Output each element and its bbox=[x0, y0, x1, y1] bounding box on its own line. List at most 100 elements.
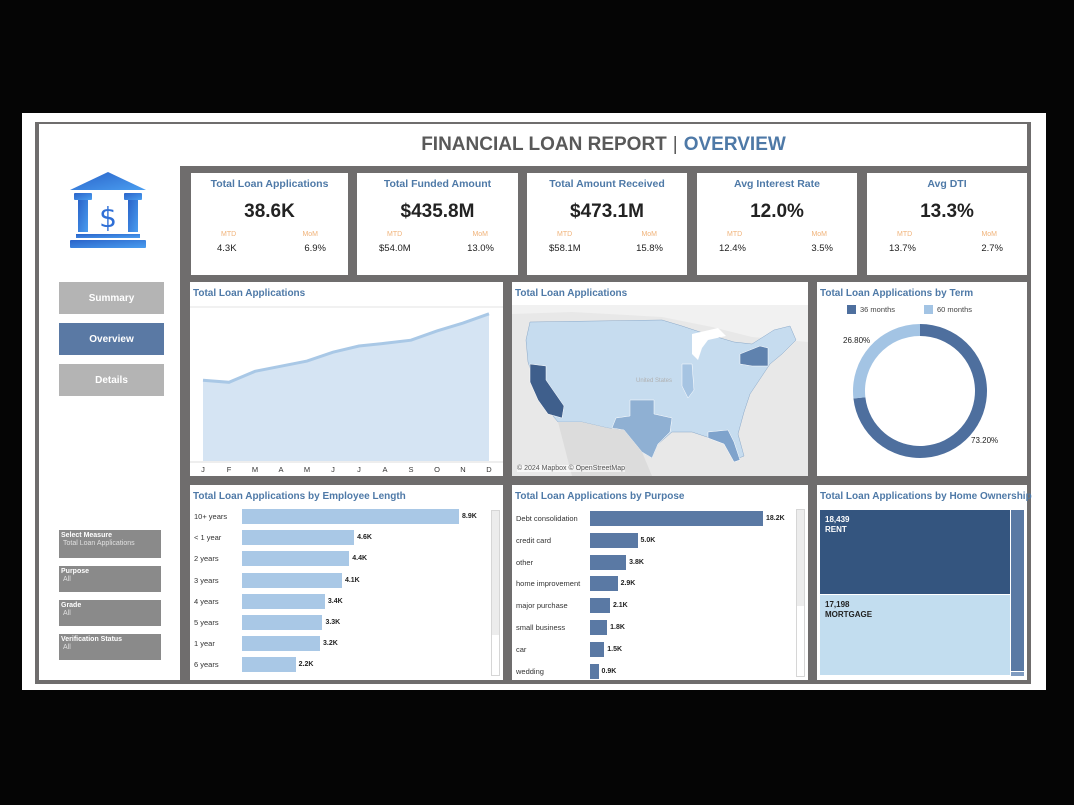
donut-label-60-months: 26.80% bbox=[843, 336, 871, 345]
us-choropleth-map[interactable]: United States bbox=[512, 282, 808, 476]
bar-row[interactable]: 10+ years 8.9K bbox=[190, 508, 490, 525]
data-point[interactable] bbox=[277, 362, 285, 370]
data-point[interactable] bbox=[355, 342, 363, 350]
bar-value-label: 3.8K bbox=[629, 558, 644, 566]
bar-row[interactable]: wedding 0.9K bbox=[512, 663, 796, 680]
nav-details-button[interactable]: Details bbox=[59, 364, 164, 396]
purpose-scrollbar[interactable] bbox=[796, 509, 805, 677]
filter-purpose[interactable]: Purpose All bbox=[59, 566, 161, 592]
treemap-cell-mortgage[interactable]: 17,198 MORTGAGE bbox=[820, 595, 1010, 675]
data-point[interactable] bbox=[485, 310, 493, 318]
bar[interactable] bbox=[242, 572, 342, 588]
title-main: FINANCIAL LOAN REPORT bbox=[421, 134, 667, 155]
bar[interactable] bbox=[242, 530, 355, 546]
bar[interactable] bbox=[590, 620, 608, 635]
nav-summary-button[interactable]: Summary bbox=[59, 282, 164, 314]
bar-row[interactable]: 5 years 3.3K bbox=[190, 614, 490, 631]
bar-category-label: credit card bbox=[516, 535, 552, 545]
data-point[interactable] bbox=[459, 319, 467, 327]
treemap-value: 17,198 bbox=[825, 600, 850, 609]
bar-category-label: 2 years bbox=[194, 554, 219, 564]
data-point[interactable] bbox=[407, 336, 415, 344]
bar-row[interactable]: < 1 year 4.6K bbox=[190, 529, 490, 546]
bar-category-label: < 1 year bbox=[194, 533, 222, 543]
data-point[interactable] bbox=[381, 339, 389, 347]
bar-row[interactable]: 3 years 4.1K bbox=[190, 572, 490, 589]
bar-value-label: 1.8K bbox=[610, 624, 625, 631]
bank-dollar-icon: $ bbox=[70, 172, 146, 248]
kpi-card-total-loan-applications: Total Loan Applications 38.6K MTD MoM 4.3… bbox=[191, 173, 348, 275]
bar[interactable] bbox=[590, 511, 763, 526]
map-panel: Total Loan Applications United States © … bbox=[512, 282, 808, 476]
bar-row[interactable]: 6 years 2.2K bbox=[190, 656, 490, 673]
bar[interactable] bbox=[242, 551, 350, 567]
filter-value: Total Loan Applications bbox=[63, 540, 135, 547]
treemap-cell-rent[interactable]: 18,439 RENT bbox=[820, 510, 1010, 594]
bar-row[interactable]: major purchase 2.1K bbox=[512, 597, 796, 614]
bar[interactable] bbox=[590, 554, 627, 570]
bar[interactable] bbox=[590, 663, 599, 679]
data-point[interactable] bbox=[329, 348, 337, 356]
bar[interactable] bbox=[242, 615, 323, 630]
bar-row[interactable]: 4 years 3.4K bbox=[190, 593, 490, 610]
x-tick-label: F bbox=[227, 465, 232, 474]
kpi-mom-value: 3.5% bbox=[811, 243, 833, 254]
filter-grade[interactable]: Grade All bbox=[59, 600, 161, 626]
kpi-mtd-label: MTD bbox=[727, 231, 743, 238]
bar-value-label: 3.2K bbox=[323, 640, 338, 648]
data-point[interactable] bbox=[303, 357, 311, 365]
x-tick-label: M bbox=[304, 465, 310, 474]
data-point[interactable] bbox=[251, 367, 259, 375]
filter-verification-status[interactable]: Verification Status All bbox=[59, 634, 161, 660]
bar-row[interactable]: other 3.8K bbox=[512, 554, 796, 571]
bar[interactable] bbox=[590, 641, 605, 657]
bar[interactable] bbox=[242, 636, 321, 652]
kpi-card-total-funded-amount: Total Funded Amount $435.8M MTD MoM $54.0… bbox=[357, 173, 518, 275]
bar-row[interactable]: small business 1.8K bbox=[512, 619, 796, 636]
kpi-mtd-value: 13.7% bbox=[889, 243, 916, 254]
nav-overview-button[interactable]: Overview bbox=[59, 323, 164, 355]
country-label: United States bbox=[636, 378, 672, 384]
bar[interactable] bbox=[590, 532, 638, 548]
data-point[interactable] bbox=[225, 378, 233, 386]
kpi-mom-label: MoM bbox=[981, 231, 997, 238]
x-tick-label: J bbox=[357, 465, 361, 474]
data-point[interactable] bbox=[433, 327, 441, 335]
bar-row[interactable]: credit card 5.0K bbox=[512, 532, 796, 549]
purpose-panel: Total Loan Applications by Purpose Debt … bbox=[512, 485, 808, 680]
filter-select-measure[interactable]: Select Measure Total Loan Applications bbox=[59, 530, 161, 558]
bar[interactable] bbox=[590, 598, 610, 614]
kpi-title: Total Funded Amount bbox=[383, 178, 492, 190]
bar-row[interactable]: home improvement 2.9K bbox=[512, 575, 796, 592]
treemap-value: 18,439 bbox=[825, 515, 850, 524]
kpi-title: Avg Interest Rate bbox=[734, 178, 820, 190]
bar-value-label: 2.9K bbox=[620, 580, 636, 588]
filter-value: All bbox=[63, 610, 71, 617]
data-point[interactable] bbox=[199, 376, 207, 384]
bar[interactable] bbox=[242, 509, 459, 524]
home-ownership-panel: Total Loan Applications by Home Ownershi… bbox=[817, 485, 1032, 680]
area-fill bbox=[203, 313, 489, 461]
map-attribution[interactable]: © 2024 Mapbox © OpenStreetMap bbox=[517, 465, 625, 472]
kpi-card-avg-dti: Avg DTI 13.3% MTD MoM 13.7% 2.7% bbox=[867, 173, 1027, 275]
bar[interactable] bbox=[242, 657, 296, 673]
x-tick-label: S bbox=[408, 465, 413, 474]
filter-label: Select Measure bbox=[61, 532, 112, 539]
scrollbar-thumb[interactable] bbox=[492, 511, 499, 635]
treemap-cell-own[interactable] bbox=[1011, 510, 1024, 671]
bar-value-label: 2.1K bbox=[612, 602, 628, 610]
bar-row[interactable]: 2 years 4.4K bbox=[190, 550, 490, 567]
bar-row[interactable]: car 1.5K bbox=[512, 641, 796, 658]
kpi-value: $435.8M bbox=[400, 201, 475, 222]
scrollbar-thumb[interactable] bbox=[797, 510, 804, 606]
bar-row[interactable]: 1 year 3.2K bbox=[190, 635, 490, 652]
kpi-mtd-value: 12.4% bbox=[719, 243, 746, 254]
title-subtitle: OVERVIEW bbox=[683, 134, 786, 155]
bar[interactable] bbox=[590, 576, 618, 592]
bar-row[interactable]: Debt consolidation 18.2K bbox=[512, 510, 796, 527]
treemap-cell-other[interactable] bbox=[1011, 672, 1024, 676]
bar-category-label: 1 year bbox=[194, 639, 215, 649]
bar[interactable] bbox=[242, 593, 325, 609]
employee-length-scrollbar[interactable] bbox=[491, 510, 500, 676]
kpi-mom-value: 2.7% bbox=[981, 243, 1003, 254]
